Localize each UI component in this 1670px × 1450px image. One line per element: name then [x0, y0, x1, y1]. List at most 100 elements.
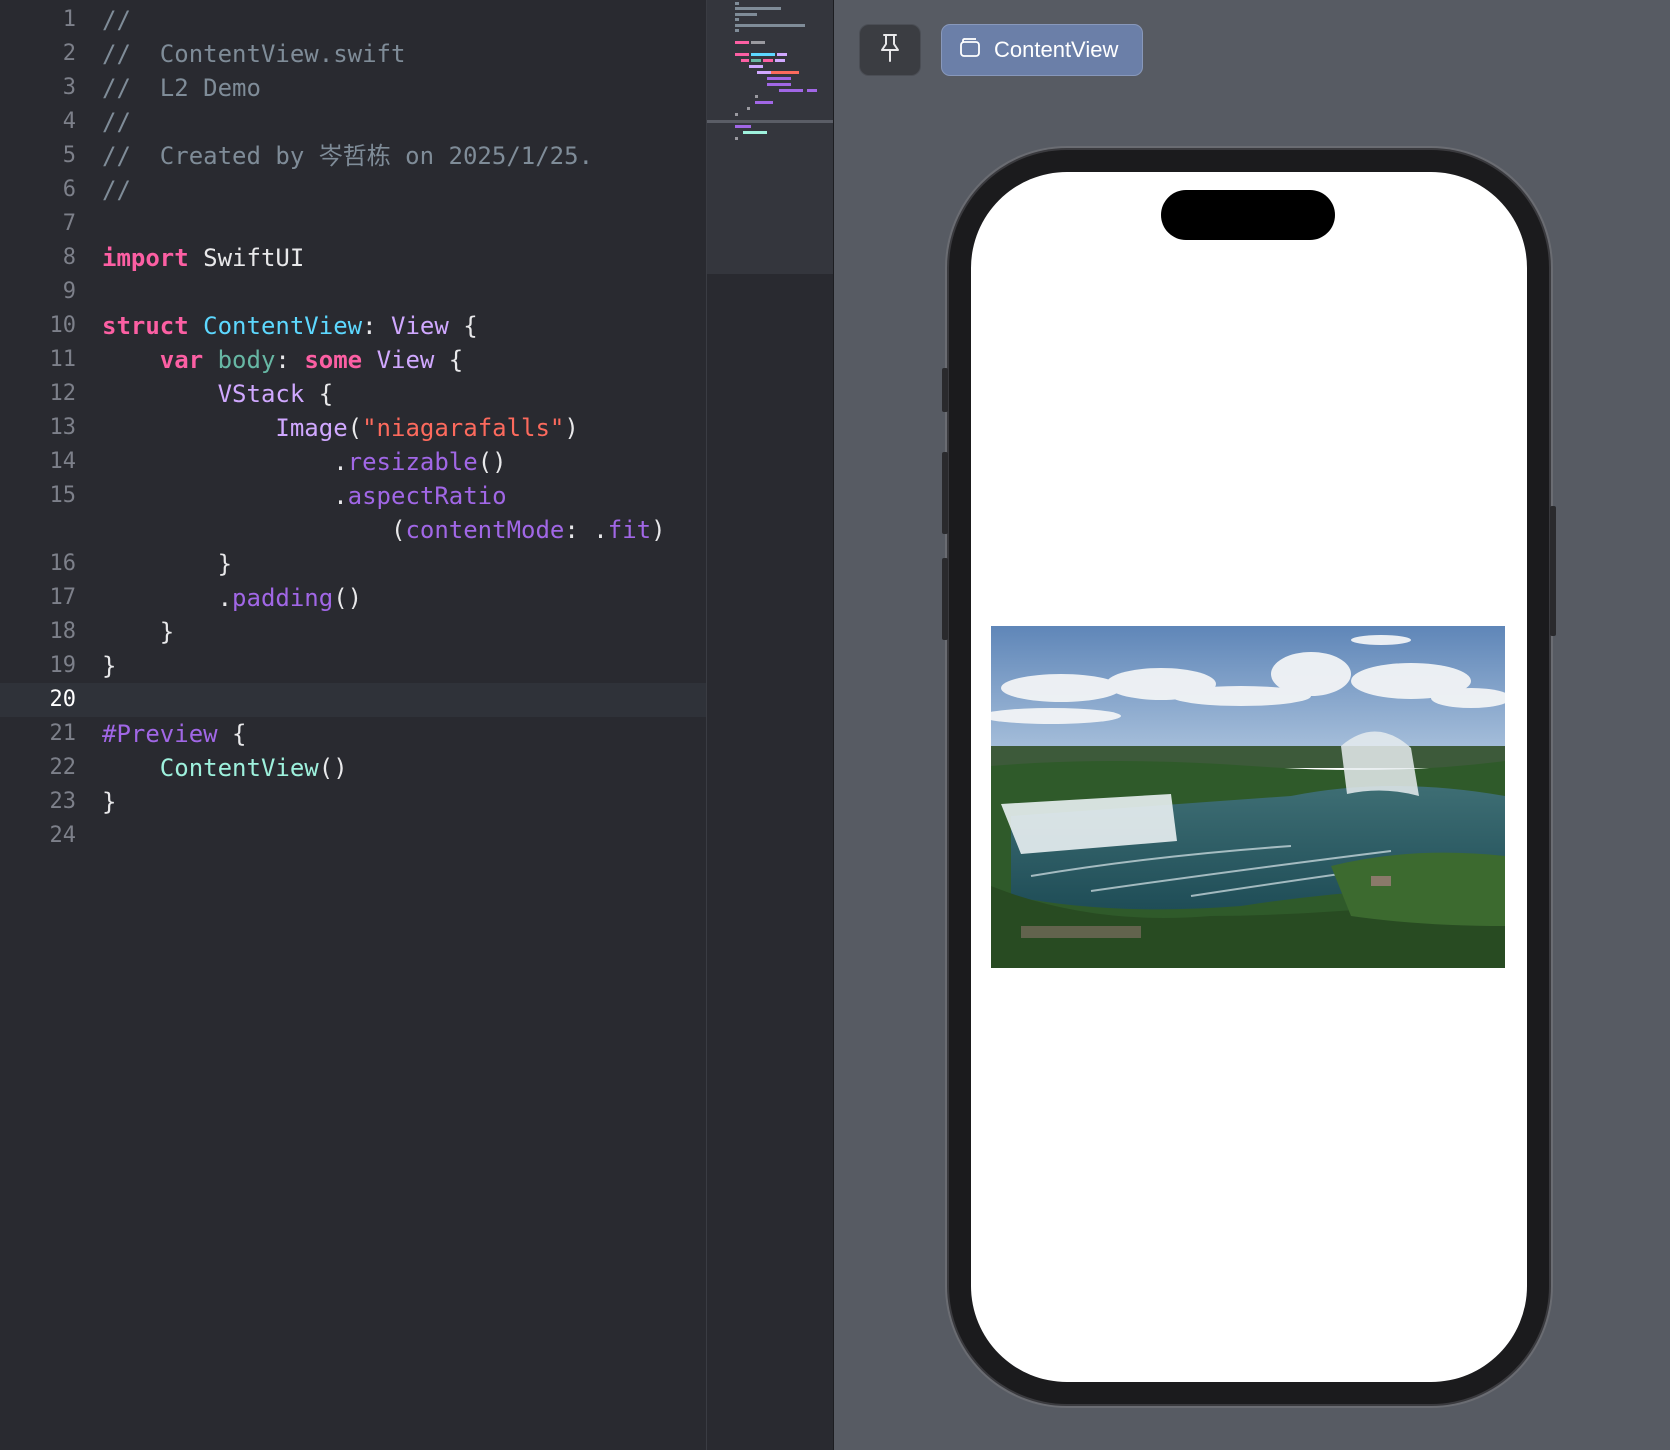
code-text: var body: some View {	[102, 343, 463, 377]
code-line[interactable]: 9	[0, 275, 706, 309]
code-line[interactable]: 6 //	[0, 173, 706, 207]
code-line[interactable]: 2 // ContentView.swift	[0, 37, 706, 71]
code-line[interactable]: 10 struct ContentView: View {	[0, 309, 706, 343]
code-token: ()	[318, 754, 348, 782]
minimap-line	[735, 7, 781, 10]
minimap-line	[767, 77, 791, 80]
minimap-line	[755, 95, 758, 98]
minimap-viewport[interactable]	[707, 0, 833, 274]
line-number: 2	[62, 41, 76, 66]
code-line[interactable]: (contentMode: .fit)	[0, 513, 706, 547]
code-text: }	[102, 649, 116, 683]
preview-canvas[interactable]: ContentView	[834, 0, 1670, 1450]
code-text: }	[102, 785, 116, 819]
niagara-falls-photo	[991, 626, 1505, 968]
code-line[interactable]: 12 VStack {	[0, 377, 706, 411]
code-line[interactable]: 8 import SwiftUI	[0, 241, 706, 275]
code-text: // L2 Demo	[102, 71, 261, 105]
code-line[interactable]: 13 Image("niagarafalls")	[0, 411, 706, 445]
minimap[interactable]	[706, 0, 835, 1450]
line-number: 11	[49, 347, 77, 372]
volume-down-button	[942, 558, 948, 640]
line-number: 8	[62, 245, 76, 270]
minimap-line	[807, 89, 817, 92]
code-token: // L2 Demo	[102, 74, 261, 102]
code-text: // ContentView.swift	[102, 37, 405, 71]
code-line[interactable]: 19}	[0, 649, 706, 683]
line-number: 15	[49, 483, 77, 508]
line-number: 20	[49, 687, 77, 712]
line-number: 22	[49, 755, 77, 780]
dynamic-island	[1161, 190, 1335, 240]
code-text: }	[102, 615, 174, 649]
code-token: :	[275, 346, 305, 374]
code-line[interactable]: 24	[0, 819, 706, 853]
code-line[interactable]: 17 .padding()	[0, 581, 706, 615]
minimap-line	[751, 53, 775, 56]
code-line[interactable]: 7	[0, 207, 706, 241]
line-number: 17	[49, 585, 77, 610]
code-text: .aspectRatio	[102, 479, 506, 513]
code-line[interactable]: 14 .resizable()	[0, 445, 706, 479]
code-token: ContentView	[159, 754, 319, 782]
code-line[interactable]: 4 //	[0, 105, 706, 139]
code-line[interactable]: 11 var body: some View {	[0, 343, 706, 377]
code-token: "niagarafalls"	[362, 414, 565, 442]
code-line[interactable]: 5 // Created by 岑哲栋 on 2025/1/25.	[0, 139, 706, 173]
code-token: var	[159, 346, 204, 374]
minimap-line	[735, 2, 739, 5]
minimap-line	[767, 83, 791, 86]
code-line[interactable]: 23}	[0, 785, 706, 819]
code-text: //	[102, 105, 131, 139]
code-line[interactable]: 20	[0, 683, 706, 717]
minimap-line	[779, 89, 803, 92]
code-token: //	[102, 176, 131, 204]
line-number: 13	[49, 415, 77, 440]
device-screen[interactable]	[971, 172, 1527, 1382]
line-number: 1	[62, 7, 76, 32]
code-token: ContentView	[203, 312, 363, 340]
minimap-line	[735, 13, 757, 16]
code-token: :	[362, 312, 392, 340]
code-line[interactable]: 15 .aspectRatio	[0, 479, 706, 513]
code-token: }	[102, 550, 233, 578]
code-token: .	[102, 584, 233, 612]
line-number: 23	[49, 789, 77, 814]
code-token: {	[434, 346, 464, 374]
code-line[interactable]: 18 }	[0, 615, 706, 649]
code-token: {	[217, 720, 247, 748]
code-line[interactable]: 21 #Preview {	[0, 717, 706, 751]
code-line[interactable]: 16 }	[0, 547, 706, 581]
code-editor[interactable]: 1 // 2 // ContentView.swift 3 // L2 Demo 4 // 5 /…	[0, 0, 706, 1450]
code-line[interactable]: 22 ContentView()	[0, 751, 706, 785]
code-line[interactable]: 3 // L2 Demo	[0, 71, 706, 105]
code-text: .resizable()	[102, 445, 507, 479]
action-button	[942, 368, 948, 412]
minimap-line	[751, 41, 765, 44]
code-text: ContentView()	[102, 751, 348, 785]
code-token: {	[304, 380, 334, 408]
code-token: import	[102, 244, 189, 272]
code-token: View	[391, 312, 449, 340]
code-token: ()	[477, 448, 507, 476]
minimap-line	[735, 24, 805, 27]
line-number: 16	[49, 551, 77, 576]
pin-icon	[877, 33, 903, 67]
code-token: }	[102, 618, 175, 646]
code-text: struct ContentView: View {	[102, 309, 478, 343]
code-token: resizable	[347, 448, 478, 476]
code-token: some	[304, 346, 363, 374]
minimap-divider	[707, 120, 833, 123]
minimap-line	[743, 131, 767, 134]
minimap-line	[735, 125, 751, 128]
code-token: : .	[564, 516, 608, 544]
code-text: //	[102, 3, 131, 37]
preview-view-selector[interactable]: ContentView	[941, 24, 1143, 76]
line-number: 21	[49, 721, 77, 746]
code-line[interactable]: 1 //	[0, 3, 706, 37]
pin-button[interactable]	[859, 24, 921, 76]
line-number: 9	[62, 279, 76, 304]
